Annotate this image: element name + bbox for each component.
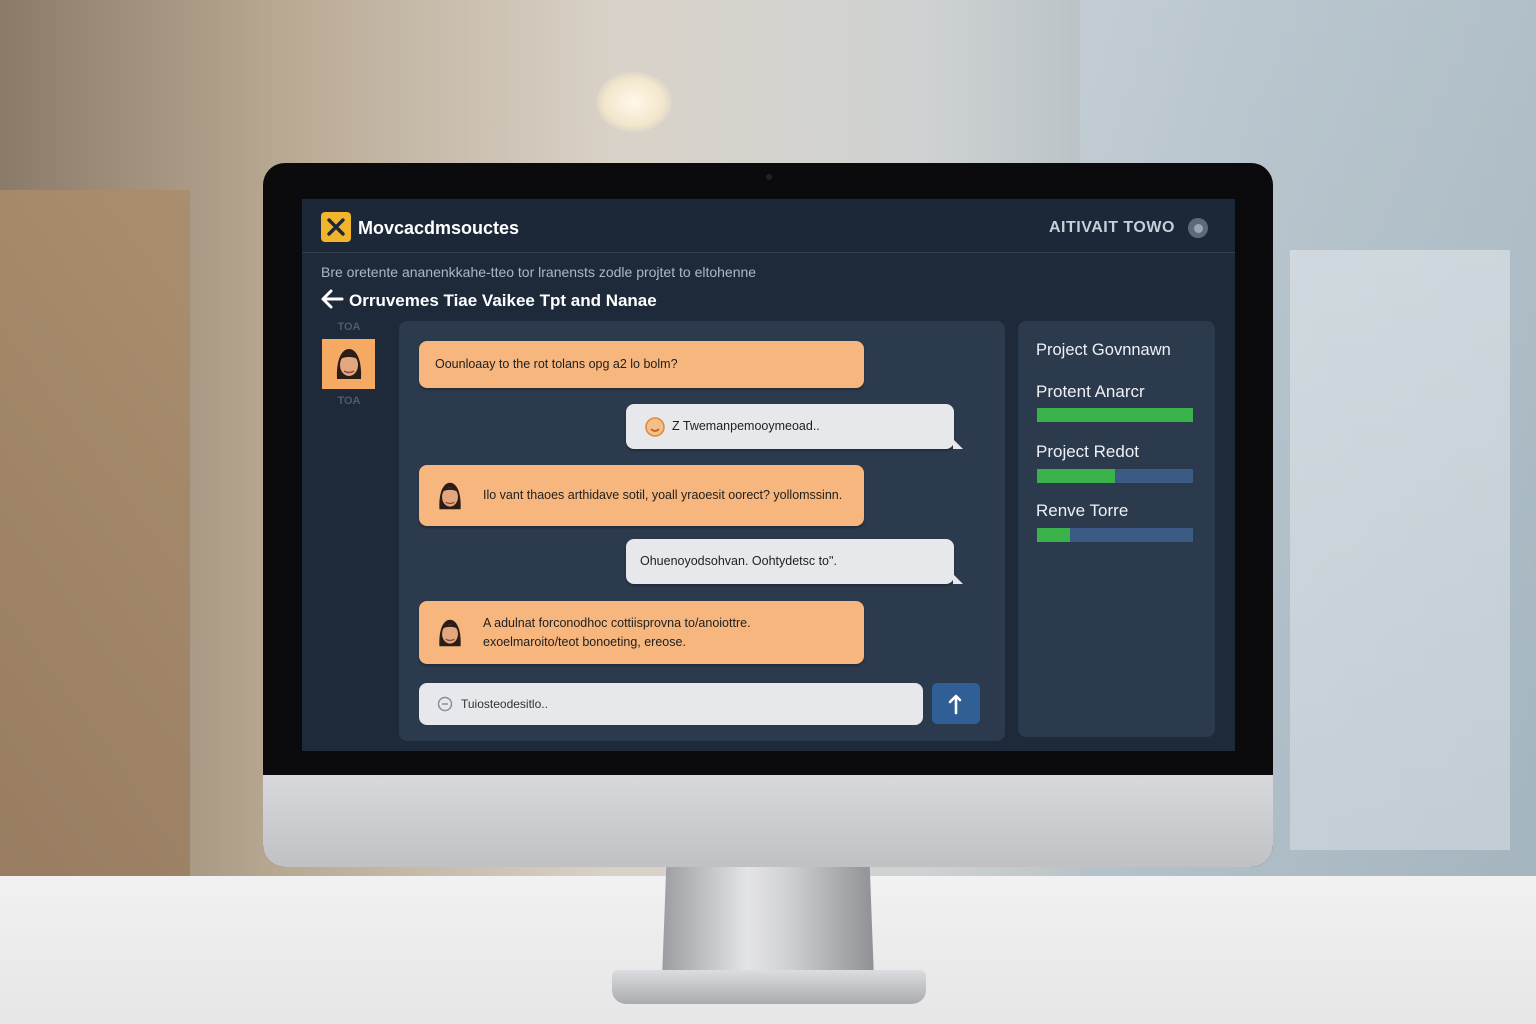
monitor-chin — [263, 775, 1273, 867]
progress-fill — [1037, 469, 1115, 483]
chat-message: Oounloaay to the rot tolans opg a2 lo bo… — [419, 341, 864, 388]
side-column: TOA TOA — [321, 321, 377, 407]
project-panel-title: Project Govnnawn — [1036, 341, 1171, 359]
camera-icon — [766, 174, 772, 180]
side-label-top: TOA — [337, 321, 361, 333]
chat-message-text: A adulnat forconodhoc cottiisprovna to/a… — [483, 615, 751, 649]
chat-message-text: Ohuenoyodsohvan. Oohtydetsc to". — [640, 554, 837, 568]
progress-bar — [1037, 469, 1193, 483]
background-ceiling-light — [596, 72, 672, 132]
page-subtitle: Bre oretente ananenkkahe-tteo tor lranen… — [321, 264, 757, 280]
message-input-box[interactable] — [419, 683, 923, 725]
avatar — [435, 479, 465, 513]
chat-message-text: Ilo vant thaoes arthidave sotil, yoall y… — [483, 488, 843, 502]
project-panel: Project Govnnawn Protent Anarcr Project … — [1018, 321, 1215, 737]
smiley-icon — [644, 416, 666, 438]
chat-message: Ohuenoyodsohvan. Oohtydetsc to". — [626, 539, 963, 584]
arrow-up-icon — [948, 694, 962, 714]
project-item-label: Protent Anarcr — [1036, 382, 1145, 401]
chat-message: Z Twemanpemooymeoad.. — [626, 404, 963, 449]
avatar[interactable] — [322, 339, 375, 389]
chat-panel: Oounloaay to the rot tolans opg a2 lo bo… — [399, 321, 1005, 741]
monitor-stand-neck — [662, 867, 874, 979]
background-wood-panel — [0, 190, 190, 880]
progress-bar — [1037, 408, 1193, 422]
chat-message-text: Z Twemanpemooymeoad.. — [672, 419, 820, 433]
page-title: Orruvemes Tiae Vaikee Tpt and Nanae — [349, 291, 657, 310]
monitor-stand-base — [612, 970, 926, 1004]
arrow-left-icon[interactable] — [320, 288, 344, 310]
message-input[interactable] — [461, 683, 923, 725]
chat-message: A adulnat forconodhoc cottiisprovna to/a… — [419, 601, 864, 664]
send-button[interactable] — [932, 683, 980, 724]
app-screen: Movcacdmsouctes AITIVAIT TOWO Bre oreten… — [302, 199, 1235, 751]
chat-message-text: Oounloaay to the rot tolans opg a2 lo bo… — [435, 357, 678, 371]
side-label-bottom: TOA — [337, 395, 361, 407]
project-item-label: Project Redot — [1036, 442, 1139, 461]
top-right-label[interactable]: AITIVAIT TOWO — [1049, 219, 1175, 237]
chat-message: Ilo vant thaoes arthidave sotil, yoall y… — [419, 465, 864, 526]
avatar — [435, 616, 465, 650]
progress-bar — [1037, 528, 1193, 542]
status-dot-icon[interactable] — [1188, 218, 1208, 238]
background-window-glare — [1290, 250, 1510, 850]
progress-fill — [1037, 408, 1193, 422]
progress-fill — [1037, 528, 1070, 542]
project-item-label: Renve Torre — [1036, 501, 1129, 520]
app-title: Movcacdmsouctes — [358, 218, 520, 238]
top-bar: Movcacdmsouctes AITIVAIT TOWO — [302, 199, 1235, 253]
attachment-icon[interactable] — [437, 696, 453, 712]
x-logo-icon[interactable] — [321, 212, 351, 242]
